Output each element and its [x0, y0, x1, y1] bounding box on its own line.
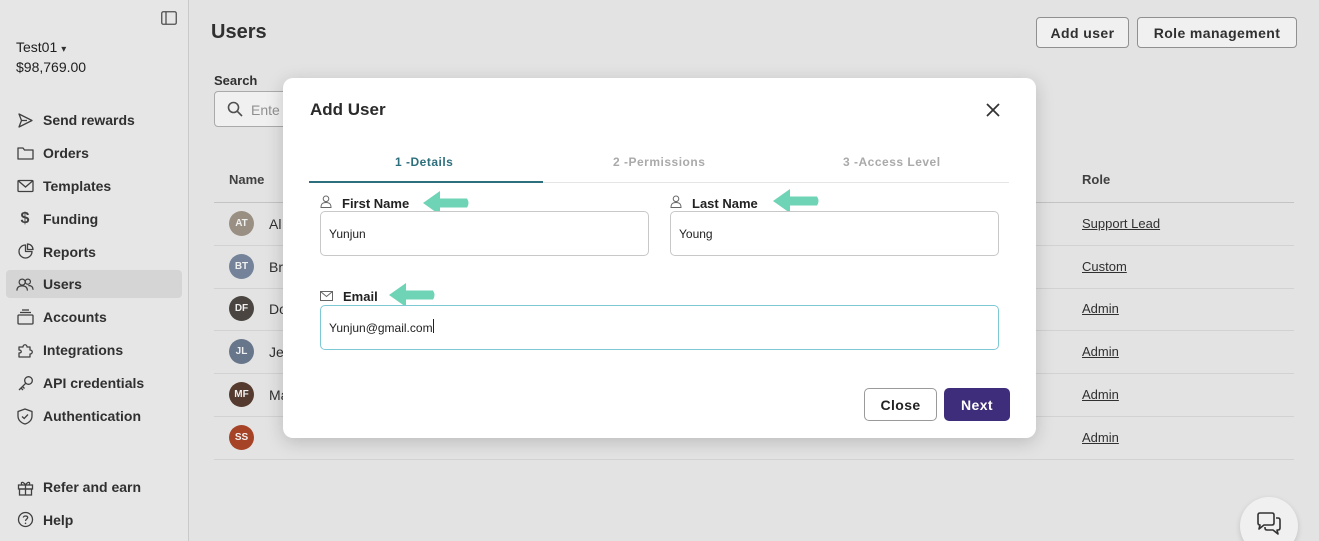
- modal-title: Add User: [310, 100, 386, 119]
- last-name-field[interactable]: [670, 211, 999, 256]
- close-button[interactable]: Close: [864, 388, 937, 421]
- user-icon: [670, 195, 682, 211]
- tab-access-level[interactable]: 3 -Access Level: [843, 155, 941, 169]
- email-field[interactable]: [320, 305, 999, 350]
- first-name-label-text: First Name: [342, 195, 410, 211]
- text-cursor: [433, 319, 434, 333]
- tab-details[interactable]: 1 -Details: [395, 155, 453, 169]
- add-user-modal: Add User 1 -Details 2 -Permissions 3 -Ac…: [283, 78, 1036, 438]
- last-name-label-text: Last Name: [692, 195, 758, 211]
- tab-permissions[interactable]: 2 -Permissions: [613, 155, 705, 169]
- first-name-field[interactable]: [320, 211, 649, 256]
- last-name-label: Last Name: [670, 195, 758, 211]
- chat-icon: [1255, 511, 1283, 541]
- close-icon[interactable]: [983, 100, 1003, 120]
- mail-icon: [320, 289, 333, 304]
- first-name-label: First Name: [320, 195, 409, 211]
- active-tab-indicator: [309, 181, 543, 183]
- next-button[interactable]: Next: [944, 388, 1010, 421]
- email-label-text: Email: [343, 289, 378, 304]
- user-icon: [320, 195, 332, 211]
- email-label: Email: [320, 289, 378, 304]
